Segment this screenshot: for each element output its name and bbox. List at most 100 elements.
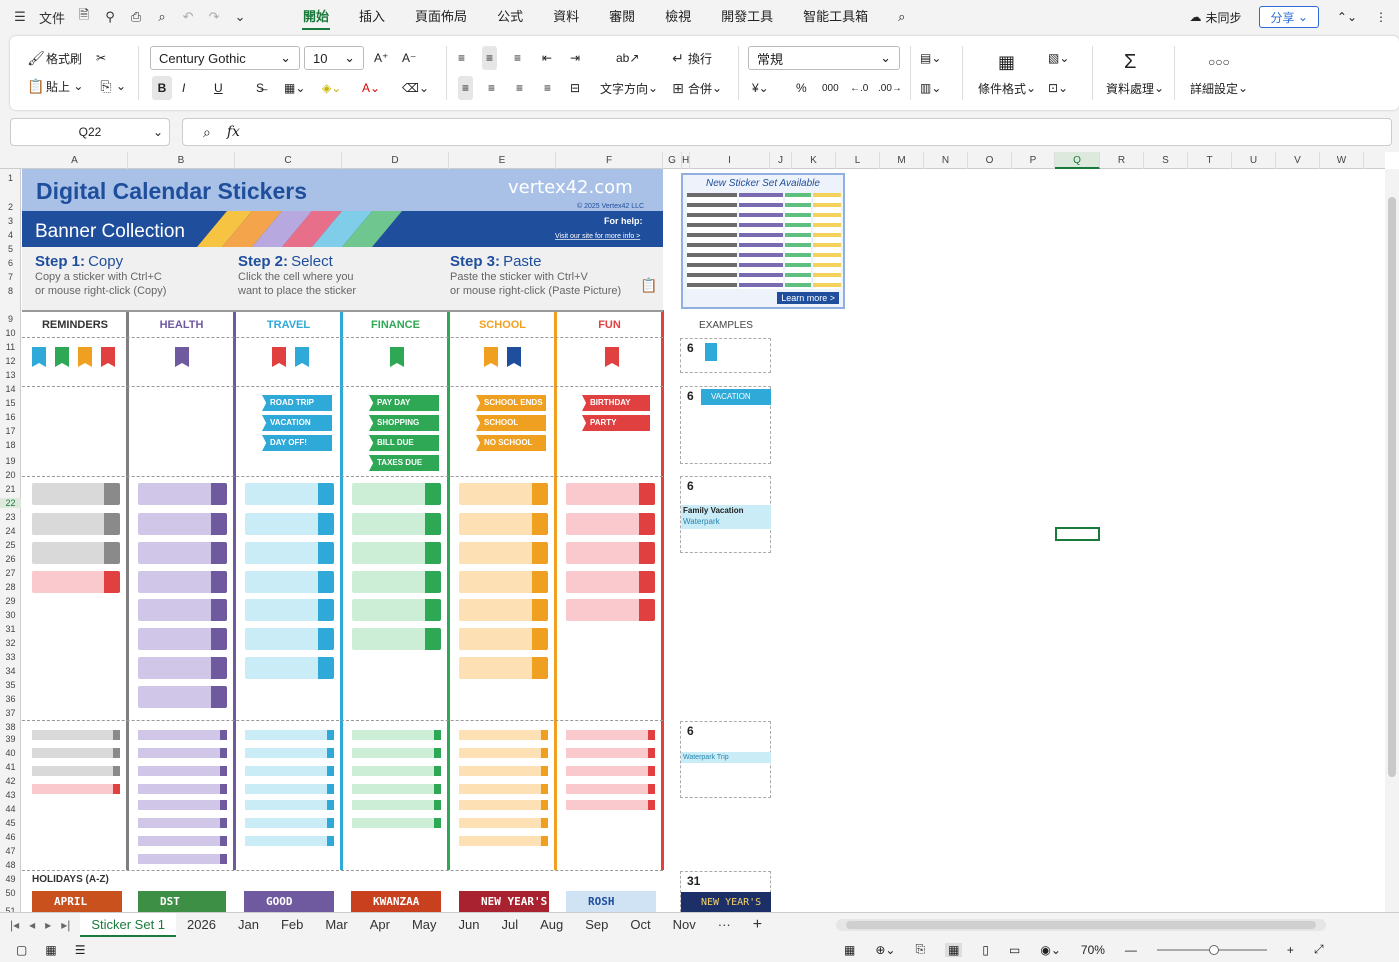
sticker-thin-banner[interactable] [352, 766, 441, 776]
row-header[interactable]: 23 [0, 512, 21, 522]
paste-button[interactable]: 📋 貼上 ⌄ [26, 74, 83, 98]
search-icon[interactable]: ⌕ [883, 0, 920, 34]
more-settings-button[interactable]: 詳細設定 ⌄ [1190, 76, 1248, 100]
thousands-icon[interactable]: 000 [822, 76, 839, 100]
clear-format-icon[interactable]: ⌫⌄ [402, 76, 429, 100]
sticker-banner[interactable] [459, 513, 548, 535]
text-orientation-icon[interactable]: ab↗ [616, 46, 639, 70]
tab-smart-tools[interactable]: 智能工具箱 [788, 0, 883, 34]
holiday-good-friday[interactable]: GOOD FRIDAY [244, 891, 334, 929]
sticker-banner[interactable] [566, 571, 655, 593]
promo-image[interactable]: New Sticker Set Available Learn more > [681, 173, 845, 309]
sticker-label[interactable]: SCHOOL ENDS [476, 395, 546, 411]
row-header[interactable]: 46 [0, 832, 21, 842]
sticker-banner[interactable] [138, 483, 227, 505]
sticker-thin-banner[interactable] [459, 748, 548, 758]
sticker-banner[interactable] [459, 483, 548, 505]
sticker-thin-banner[interactable] [245, 748, 334, 758]
align-top-icon[interactable]: ≡ [458, 46, 465, 70]
sheet-tab[interactable]: Sep [574, 913, 619, 937]
sticker-thin-banner[interactable] [138, 784, 227, 794]
save-icon[interactable]: 🗎 [72, 4, 96, 30]
sticker-banner[interactable] [245, 628, 334, 650]
increase-decimal-icon[interactable]: ←.0 [850, 76, 868, 100]
sheet-tab[interactable]: Oct [619, 913, 661, 937]
row-header[interactable]: 37 [0, 708, 21, 718]
row-header[interactable]: 12 [0, 356, 21, 366]
percent-button[interactable]: % [796, 76, 807, 100]
conditional-format-button[interactable]: 條件格式 ⌄ [978, 76, 1036, 100]
scroll-thumb[interactable] [1388, 197, 1396, 777]
font-name-select[interactable]: Century Gothic ⌄ [150, 46, 300, 70]
sticker-thin-banner[interactable] [32, 748, 120, 758]
sticker-label[interactable]: NO SCHOOL [476, 435, 546, 451]
example-4[interactable]: 6 Waterpark Trip [680, 721, 771, 798]
sticker-thin-banner[interactable] [566, 784, 655, 794]
prev-sheet-icon[interactable]: ◂ [29, 918, 35, 932]
sync-status[interactable]: ☁ 未同步 [1189, 9, 1241, 26]
name-box[interactable]: Q22 ⌄ [10, 118, 170, 146]
sticker-banner[interactable] [566, 542, 655, 564]
sticker-label[interactable]: ROAD TRIP [262, 395, 332, 411]
sticker-banner[interactable] [32, 571, 120, 593]
example-2[interactable]: 6 VACATION [680, 386, 771, 464]
sum-icon[interactable]: Σ [1124, 50, 1136, 74]
more-options-icon[interactable]: ⋮ [1375, 10, 1387, 24]
row-header[interactable]: 35 [0, 680, 21, 690]
sticker-banner[interactable] [138, 686, 227, 708]
sticker-thin-banner[interactable] [459, 836, 548, 846]
row-header[interactable]: 8 [0, 286, 21, 296]
column-header[interactable]: K [792, 152, 836, 169]
row-header[interactable]: 27 [0, 568, 21, 578]
number-format-select[interactable]: 常規 ⌄ [748, 46, 900, 70]
wrap-text-button[interactable]: ↵ 換行 [668, 46, 712, 70]
sticker-thin-banner[interactable] [352, 730, 441, 740]
sticker-thin-banner[interactable] [352, 800, 441, 810]
zoom-out-icon[interactable]: — [1125, 943, 1137, 957]
sheet-tab[interactable]: Feb [270, 913, 314, 937]
sticker-banner[interactable] [566, 513, 655, 535]
column-header[interactable]: Q [1055, 152, 1100, 169]
column-header[interactable]: W [1320, 152, 1364, 169]
sticker-banner[interactable] [459, 657, 548, 679]
row-header[interactable]: 40 [0, 748, 21, 758]
sticker-label[interactable]: SHOPPING [369, 415, 439, 431]
normal-view-icon[interactable]: ▦ [945, 942, 963, 957]
conditional-format-icon[interactable]: ▦ [998, 50, 1015, 74]
row-header[interactable]: 36 [0, 694, 21, 704]
sheet-tab[interactable]: May [401, 913, 448, 937]
tab-view[interactable]: 檢視 [650, 0, 706, 34]
sticker-thin-banner[interactable] [138, 766, 227, 776]
learn-more-link[interactable]: Learn more > [777, 292, 839, 304]
sticker-banner[interactable] [352, 571, 441, 593]
sticker-banner[interactable] [352, 483, 441, 505]
row-header[interactable]: 29 [0, 596, 21, 606]
table-style-icon[interactable]: ▤⌄ [920, 46, 941, 70]
column-header[interactable]: S [1144, 152, 1188, 169]
sticker-thin-banner[interactable] [245, 836, 334, 846]
indent-increase-icon[interactable]: ⇥ [570, 46, 580, 70]
sticker-thin-banner[interactable] [352, 784, 441, 794]
row-header[interactable]: 4 [0, 230, 21, 240]
cell-style-icon[interactable]: ▥⌄ [920, 76, 941, 100]
row-header[interactable]: 5 [0, 244, 21, 254]
column-header[interactable]: U [1232, 152, 1276, 169]
sticker-banner[interactable] [566, 483, 655, 505]
row-header[interactable]: 13 [0, 370, 21, 380]
column-header[interactable]: L [836, 152, 880, 169]
row-header[interactable]: 48 [0, 860, 21, 870]
hamburger-icon[interactable]: ☰ [8, 4, 32, 30]
column-header[interactable]: P [1012, 152, 1055, 169]
row-header[interactable]: 31 [0, 624, 21, 634]
sticker-banner[interactable] [245, 483, 334, 505]
vertical-scrollbar[interactable] [1385, 169, 1399, 912]
print-preview-icon[interactable]: ⌕ [150, 4, 174, 30]
row-header[interactable]: 20 [0, 470, 21, 480]
justify-icon[interactable]: ≡ [544, 76, 551, 100]
row-header[interactable]: 32 [0, 638, 21, 648]
undo-icon[interactable]: ↶ [176, 4, 200, 30]
row-header[interactable]: 7 [0, 272, 21, 282]
sticker-thin-banner[interactable] [138, 854, 227, 864]
sticker-banner[interactable] [245, 542, 334, 564]
sticker-thin-banner[interactable] [245, 800, 334, 810]
